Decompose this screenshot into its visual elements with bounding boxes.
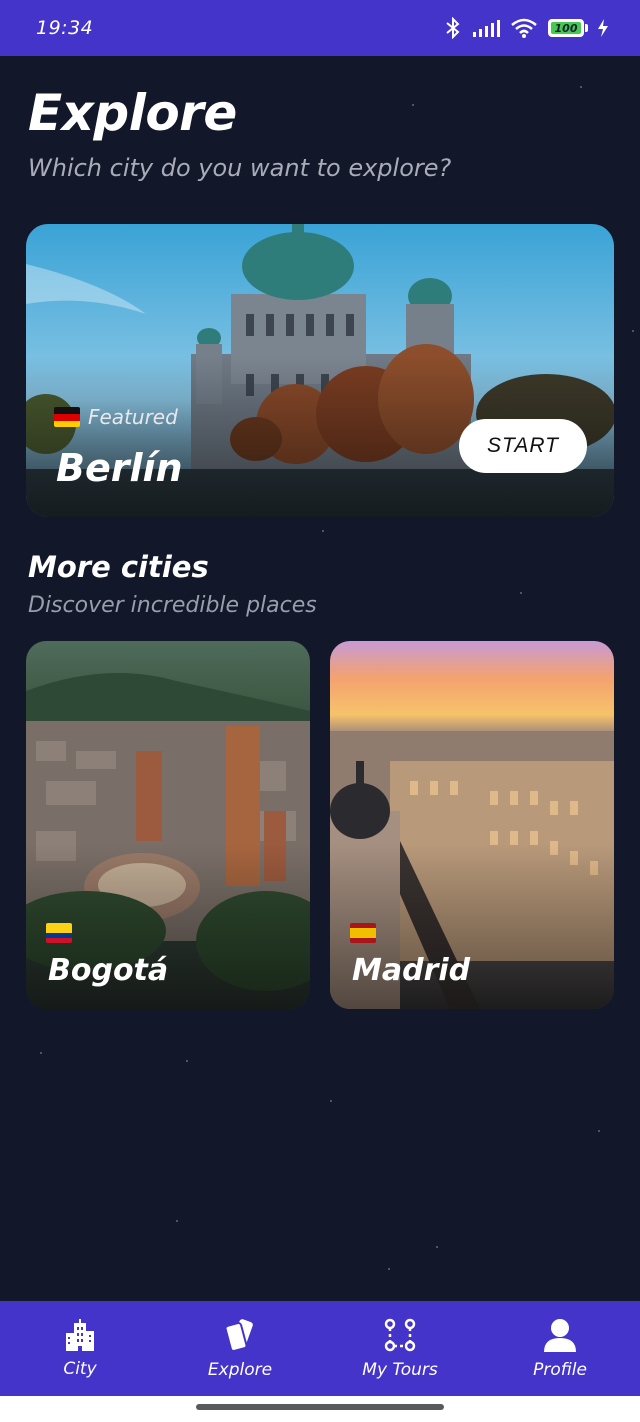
nav-item-city[interactable]: City [0,1318,160,1379]
gesture-area [0,1396,640,1422]
featured-badge: Featured [54,405,178,429]
nav-item-profile[interactable]: Profile [480,1318,640,1380]
section-subtitle: Discover incredible places [28,593,317,618]
signal-icon [472,19,500,37]
spain-flag-icon [350,923,376,943]
bluetooth-icon [444,17,462,39]
colombia-flag-icon [46,923,72,943]
nav-label: My Tours [362,1359,438,1380]
cards-icon [222,1318,258,1352]
nav-label: Profile [533,1359,587,1380]
section-title: More cities [28,550,209,584]
battery-level: 100 [551,22,581,35]
city-card-madrid[interactable]: Madrid [330,641,614,1009]
status-icons: 100 [444,17,608,39]
germany-flag-icon [54,407,80,427]
nav-item-my-tours[interactable]: My Tours [320,1318,480,1380]
charging-icon [598,19,608,37]
page-subtitle: Which city do you want to explore? [28,154,452,182]
featured-city-name: Berlín [56,446,183,490]
start-button[interactable]: START [459,419,587,473]
featured-badge-label: Featured [88,405,178,429]
nav-label: Explore [207,1359,273,1380]
city-name: Madrid [352,953,471,988]
page-title: Explore [28,84,237,142]
gesture-bar[interactable] [196,1404,444,1410]
nav-label: City [63,1358,97,1379]
featured-city-card[interactable]: Featured Berlín START [26,224,614,517]
status-bar: 19:34 100 [0,0,640,56]
bottom-navigation: City Explore My Tours Profile [0,1301,640,1396]
wifi-icon [510,17,538,39]
city-icon [64,1318,96,1351]
city-card-bogota[interactable]: Bogotá [26,641,310,1009]
route-icon [384,1318,416,1352]
status-time: 19:34 [36,17,94,39]
city-name: Bogotá [48,953,169,988]
battery-icon: 100 [548,19,588,37]
person-icon [543,1318,577,1352]
nav-item-explore[interactable]: Explore [160,1318,320,1380]
